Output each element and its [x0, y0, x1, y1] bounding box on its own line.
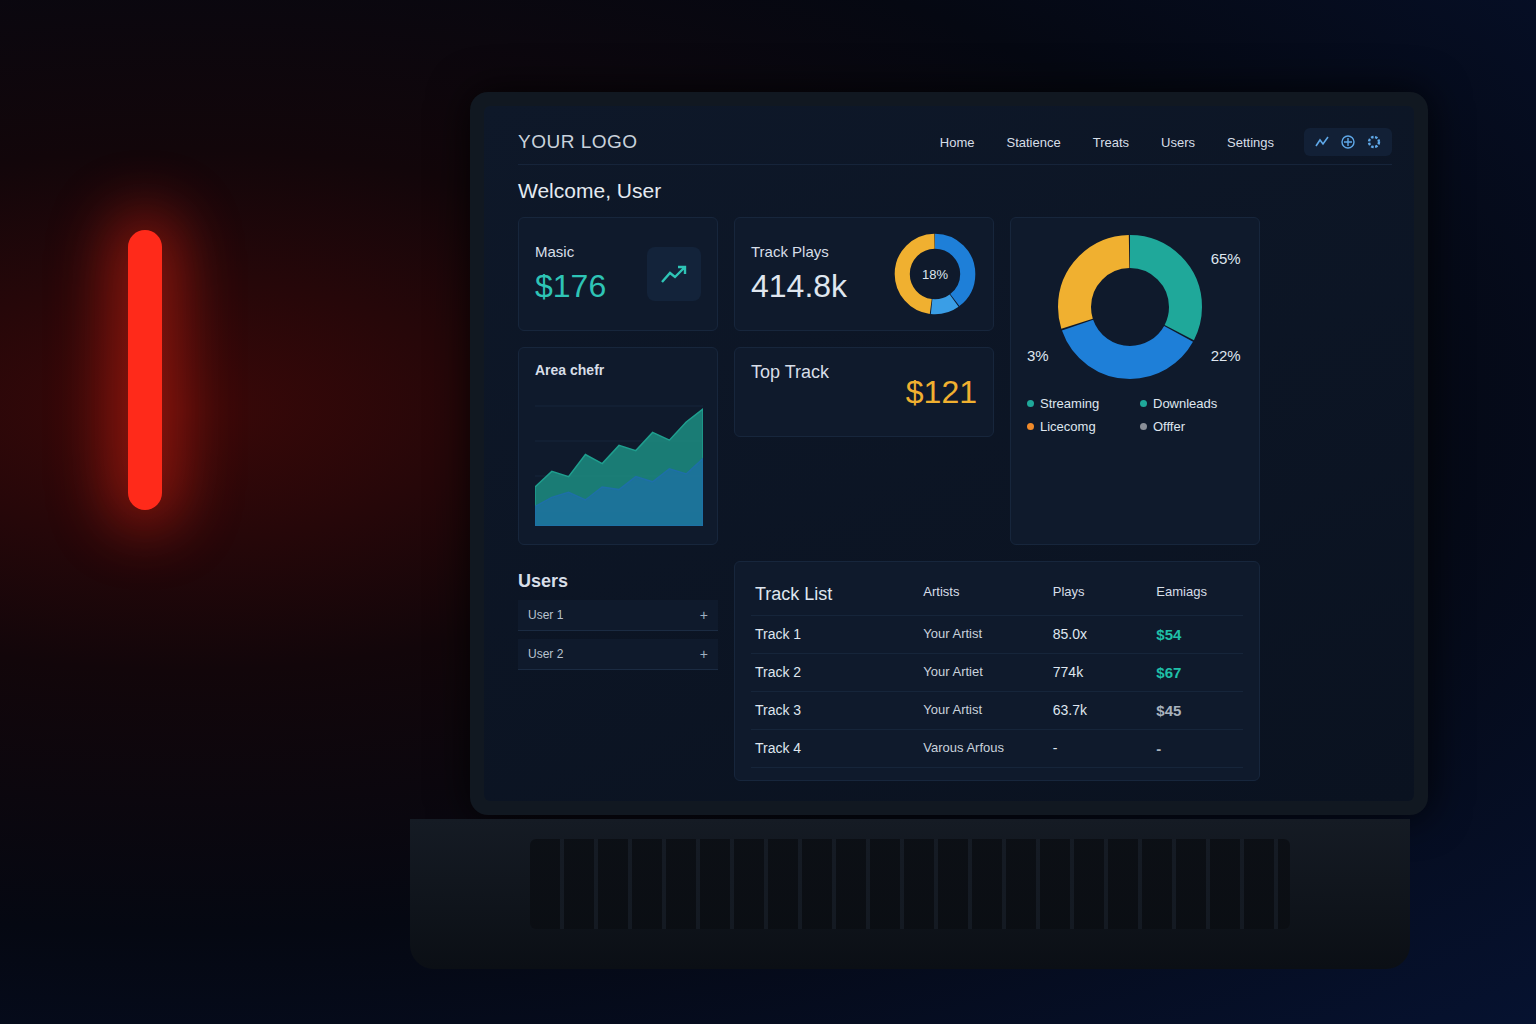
laptop: YOUR LOGO Home Statience Treats Users Setting… — [470, 92, 1428, 815]
area-series — [535, 409, 703, 526]
column-header: Plays — [1049, 574, 1153, 616]
table-cell: - — [1152, 730, 1243, 768]
table-cell: Your Artist — [919, 692, 1048, 730]
users-panel: Users User 1 + User 2 + — [518, 561, 718, 781]
table-cell: - — [1049, 730, 1153, 768]
laptop-scene: YOUR LOGO Home Statience Treats Users Setting… — [0, 0, 1536, 969]
trend-badge — [647, 247, 701, 301]
left-labels: 3% — [1027, 232, 1049, 382]
legend-dot — [1027, 423, 1034, 430]
legend-label: Streaming — [1040, 396, 1099, 411]
table-cell: 85.0x — [1049, 616, 1153, 654]
card-label: Masic — [535, 243, 606, 260]
table-title: Track List — [751, 574, 919, 616]
table-cell: $67 — [1152, 654, 1243, 692]
area-chart-card[interactable]: Area chefr — [518, 347, 718, 545]
column-header: Artists — [919, 574, 1048, 616]
legend-dot — [1027, 400, 1034, 407]
revenue-card[interactable]: Masic $176 — [518, 217, 718, 331]
dashboard-grid: Masic $176 Track Plays 414.8k 18% 3% 65% 22% Str… — [518, 217, 1392, 781]
donut-segment — [1074, 252, 1185, 363]
donut-segment — [1074, 252, 1185, 363]
track-list-table: Track ListArtistsPlaysEamiags Track 1Your… — [734, 561, 1260, 781]
table-grid: Track ListArtistsPlaysEamiags Track 1Your… — [751, 574, 1243, 768]
donut-segment — [1074, 252, 1185, 363]
legend-item: Offfer — [1140, 419, 1243, 434]
table-cell: Your Artist — [919, 616, 1048, 654]
keyboard — [410, 819, 1410, 969]
settings-icon[interactable] — [1366, 134, 1382, 150]
add-user-button[interactable]: + — [700, 607, 708, 623]
revenue-breakdown-card[interactable]: 3% 65% 22% Streaming Downleads Licecomg Offfer — [1010, 217, 1260, 545]
table-cell: Your Artiet — [919, 654, 1048, 692]
legend-label: Licecomg — [1040, 419, 1096, 434]
table-cell[interactable]: Track 2 — [751, 654, 919, 692]
trend-up-icon — [659, 262, 689, 286]
area-chart — [535, 386, 703, 526]
percent-label: 3% — [1027, 347, 1049, 364]
track-plays-card[interactable]: Track Plays 414.8k 18% — [734, 217, 994, 331]
nav-link[interactable]: Settings — [1225, 131, 1276, 154]
user-name: User 1 — [528, 608, 563, 622]
card-label: Top Track — [751, 362, 829, 383]
nav-link[interactable]: Home — [938, 131, 977, 154]
dashboard-screen: YOUR LOGO Home Statience Treats Users Setting… — [484, 106, 1414, 801]
keys — [530, 839, 1290, 929]
column-header: Eamiags — [1152, 574, 1243, 616]
table-cell: 774k — [1049, 654, 1153, 692]
user-item[interactable]: User 2 + — [518, 639, 718, 670]
red-light — [128, 230, 162, 510]
revenue-text: Masic $176 — [535, 243, 606, 305]
table-cell[interactable]: Track 4 — [751, 730, 919, 768]
nav-link[interactable]: Statience — [1005, 131, 1063, 154]
track-plays-text: Track Plays 414.8k — [751, 243, 847, 305]
card-value: $176 — [535, 268, 606, 305]
table-cell: 63.7k — [1049, 692, 1153, 730]
logo[interactable]: YOUR LOGO — [518, 131, 910, 153]
area-series — [535, 458, 703, 526]
top-nav: YOUR LOGO Home Statience Treats Users Setting… — [518, 124, 1392, 165]
card-label: Track Plays — [751, 243, 847, 260]
add-icon[interactable] — [1340, 134, 1356, 150]
table-cell: $54 — [1152, 616, 1243, 654]
legend-label: Offfer — [1153, 419, 1185, 434]
legend-dot — [1140, 400, 1147, 407]
legend-item: Licecomg — [1027, 419, 1130, 434]
table-cell[interactable]: Track 1 — [751, 616, 919, 654]
add-user-button[interactable]: + — [700, 646, 708, 662]
donut-label: 18% — [893, 232, 977, 316]
legend-dot — [1140, 423, 1147, 430]
welcome-heading: Welcome, User — [518, 179, 1392, 203]
plays-donut: 18% — [893, 232, 977, 316]
breakdown-chart: 3% 65% 22% — [1027, 232, 1243, 382]
legend-label: Downleads — [1153, 396, 1217, 411]
chart-title: Area chefr — [535, 362, 701, 378]
nav-icons — [1304, 128, 1392, 156]
percent-label: 22% — [1211, 347, 1241, 364]
activity-icon[interactable] — [1314, 134, 1330, 150]
user-item[interactable]: User 1 + — [518, 600, 718, 631]
right-labels: 65% 22% — [1211, 232, 1241, 382]
nav-link[interactable]: Treats — [1091, 131, 1131, 154]
card-value: 414.8k — [751, 268, 847, 305]
legend-item: Streaming — [1027, 396, 1130, 411]
nav-link[interactable]: Users — [1159, 131, 1197, 154]
user-name: User 2 — [528, 647, 563, 661]
panel-title: Users — [518, 571, 718, 592]
percent-label: 65% — [1211, 250, 1241, 267]
card-value: $121 — [906, 374, 977, 411]
top-track-card[interactable]: Top Track $121 — [734, 347, 994, 437]
table-cell: $45 — [1152, 692, 1243, 730]
table-cell: Varous Arfous — [919, 730, 1048, 768]
breakdown-donut-chart — [1055, 232, 1205, 382]
table-cell[interactable]: Track 3 — [751, 692, 919, 730]
legend-item: Downleads — [1140, 396, 1243, 411]
chart-legend: Streaming Downleads Licecomg Offfer — [1027, 396, 1243, 434]
